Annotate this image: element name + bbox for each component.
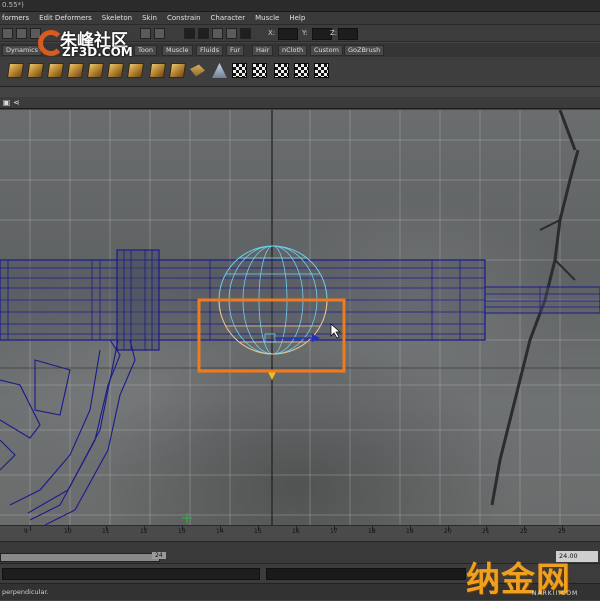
plane-icon[interactable] (190, 64, 205, 77)
cube-icon[interactable] (86, 63, 105, 78)
checker-icon[interactable] (294, 63, 309, 78)
timeline-tick: 19 (406, 528, 414, 535)
watermark-bottom-en: NARKII.COM (532, 590, 579, 597)
watermark-top-en: ZF3D.COM (62, 45, 133, 59)
tab-dynamics[interactable]: Dynamics (2, 45, 43, 56)
timeline-tick: 20 (444, 528, 452, 535)
checker-icon[interactable] (314, 63, 329, 78)
cube-icon[interactable] (168, 63, 187, 78)
cube-icon[interactable] (148, 63, 167, 78)
x-label: X: (268, 29, 276, 37)
tab-custom[interactable]: Custom (310, 45, 343, 56)
shelf (0, 57, 600, 87)
window-title: 0.55*) (2, 1, 24, 9)
cube-icon[interactable] (126, 63, 145, 78)
panel-layout-icon[interactable]: ▣ (2, 98, 11, 107)
cube-icon[interactable] (46, 63, 65, 78)
new-scene-icon[interactable] (16, 28, 27, 39)
checker-icon[interactable] (232, 63, 247, 78)
barrel-muzzle-mesh (484, 286, 600, 314)
timeline-tick: 13 (178, 528, 186, 535)
watermark-bottom: 纳金网 NARKII.COM (466, 552, 577, 601)
pivot-marker (268, 372, 276, 380)
menu-skin[interactable]: Skin (142, 14, 157, 22)
viewport-scene (0, 110, 600, 525)
cube-icon[interactable] (6, 63, 25, 78)
cube-icon[interactable] (106, 63, 125, 78)
timeline-tick: 15 (254, 528, 262, 535)
menu-bar: formers Edit Deformers Skeleton Skin Con… (0, 12, 600, 24)
menu-skeleton[interactable]: Skeleton (102, 14, 132, 22)
command-output (266, 568, 466, 580)
timeline-tick: 9 (24, 528, 28, 535)
timeline-tick: 12 (140, 528, 148, 535)
checker-icon[interactable] (252, 63, 267, 78)
z-field[interactable] (338, 28, 358, 40)
tab-muscle[interactable]: Muscle (162, 45, 193, 56)
timeline-tick: 22 (520, 528, 528, 535)
render-icon[interactable] (184, 28, 195, 39)
timeline-tick: 18 (368, 528, 376, 535)
tab-gozbrush[interactable]: GoZBrush (344, 45, 385, 56)
wall-crack-top (558, 110, 577, 151)
menu-edit-deformers[interactable]: Edit Deformers (39, 14, 92, 22)
panel-toolbar: ▣ ⋖ (0, 97, 600, 109)
viewport-3d[interactable] (0, 110, 600, 525)
share-icon[interactable]: ⋖ (12, 98, 21, 107)
time-slider[interactable]: 9 10 11 12 13 14 15 16 17 18 19 20 21 22… (0, 525, 600, 541)
timeline-tick: 11 (102, 528, 110, 535)
command-input[interactable] (2, 568, 260, 580)
cube-icon[interactable] (26, 63, 45, 78)
menu-character[interactable]: Character (211, 14, 246, 22)
tab-fur[interactable]: Fur (226, 45, 245, 56)
menu-help[interactable]: Help (289, 14, 305, 22)
timeline-tick: 23 (558, 528, 566, 535)
cube-icon[interactable] (66, 63, 85, 78)
cone-icon[interactable] (212, 63, 227, 78)
tab-hair[interactable]: Hair (252, 45, 274, 56)
y-label: Y: (302, 29, 308, 37)
help-text: perpendicular. (2, 588, 49, 596)
x-field[interactable] (278, 28, 298, 40)
wall-crack (490, 149, 580, 506)
z-label: Z: (330, 29, 338, 37)
menu-muscle[interactable]: Muscle (255, 14, 279, 22)
render-settings-icon[interactable] (212, 28, 223, 39)
snap-grid-icon[interactable] (140, 28, 151, 39)
menu-set-icon[interactable] (2, 28, 13, 39)
barrel-collar-mesh (116, 249, 160, 351)
y-field[interactable] (312, 28, 332, 40)
timeline-tick: 14 (216, 528, 224, 535)
timeline-tick: 10 (64, 528, 72, 535)
timeline-tick: 17 (330, 528, 338, 535)
title-bar: 0.55*) (0, 0, 600, 12)
checker-icon[interactable] (274, 63, 289, 78)
lock-icon[interactable] (240, 28, 251, 39)
range-end-label[interactable]: 24 (152, 552, 166, 559)
hypershade-icon[interactable] (226, 28, 237, 39)
tab-toon[interactable]: Toon (134, 45, 157, 56)
tab-fluids[interactable]: Fluids (196, 45, 223, 56)
tab-ncloth[interactable]: nCloth (278, 45, 308, 56)
menu-deformers[interactable]: formers (2, 14, 29, 22)
timeline-tick: 16 (292, 528, 300, 535)
timeline-tick: 21 (482, 528, 490, 535)
snap-curve-icon[interactable] (154, 28, 165, 39)
ipr-render-icon[interactable] (198, 28, 209, 39)
range-bar[interactable] (0, 553, 160, 562)
menu-constrain[interactable]: Constrain (167, 14, 201, 22)
